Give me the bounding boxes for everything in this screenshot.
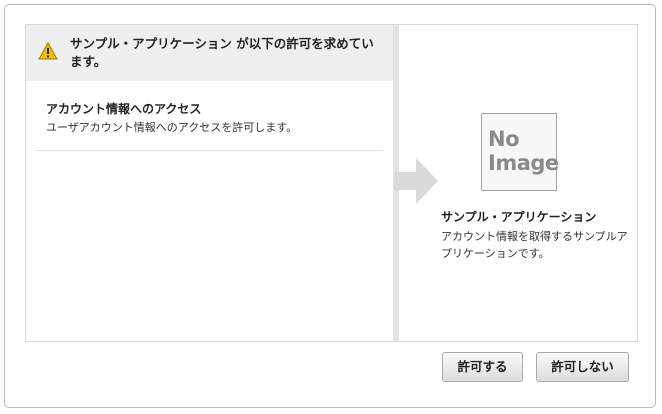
authorization-dialog: サンプル・アプリケーション が以下の許可を求めています。 アカウント情報へのアク… bbox=[4, 4, 656, 408]
no-image-text-line2: Image bbox=[488, 151, 559, 175]
header-message: サンプル・アプリケーション が以下の許可を求めています。 bbox=[70, 36, 374, 69]
dialog-header: サンプル・アプリケーション が以下の許可を求めています。 bbox=[26, 25, 393, 81]
application-name: サンプル・アプリケーション bbox=[441, 210, 597, 224]
permission-description: ユーザアカウント情報へのアクセスを許可します。 bbox=[46, 121, 298, 134]
permission-item: アカウント情報へのアクセス ユーザアカウント情報へのアクセスを許可します。 bbox=[46, 101, 376, 136]
application-description: アカウント情報を取得するサンプルアプリケーションです。 bbox=[441, 230, 628, 260]
permission-divider bbox=[36, 150, 383, 151]
permissions-pane: サンプル・アプリケーション が以下の許可を求めています。 アカウント情報へのアク… bbox=[26, 25, 393, 341]
warning-icon bbox=[38, 42, 58, 60]
permission-title: アカウント情報へのアクセス bbox=[46, 102, 202, 116]
application-pane: No Image サンプル・アプリケーション アカウント情報を取得するサンプルア… bbox=[399, 25, 637, 341]
no-image-text-line1: No bbox=[488, 127, 520, 151]
dialog-content: サンプル・アプリケーション が以下の許可を求めています。 アカウント情報へのアク… bbox=[25, 24, 638, 342]
allow-button[interactable]: 許可する bbox=[442, 352, 523, 382]
app-image-placeholder: No Image bbox=[481, 113, 559, 191]
deny-button[interactable]: 許可しない bbox=[536, 352, 629, 382]
